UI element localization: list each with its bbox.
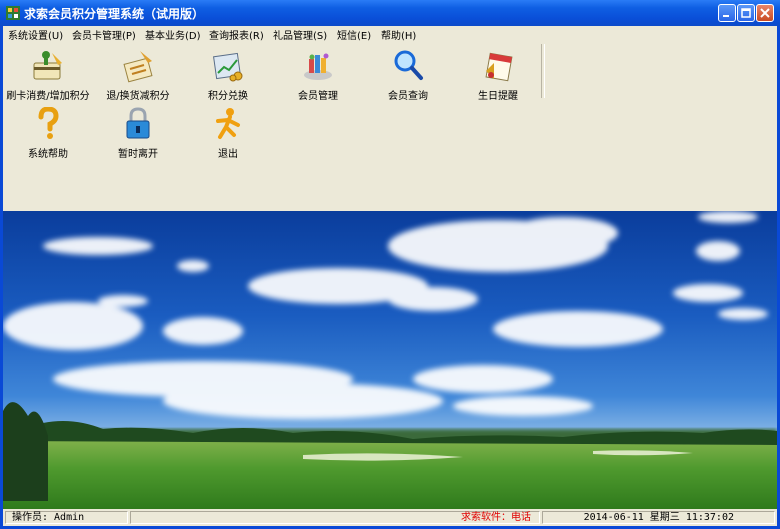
- magnifier-search-icon: [394, 50, 423, 80]
- menu-query-reports[interactable]: 查询报表(R): [209, 27, 264, 42]
- birthday-reminder-button[interactable]: 生日提醒: [453, 47, 543, 105]
- maximize-button[interactable]: [737, 4, 755, 22]
- temporary-leave-button[interactable]: 暂时离开: [93, 105, 183, 163]
- temporary-leave-label: 暂时离开: [118, 149, 158, 160]
- return-deduct-points-button[interactable]: 退/换货减积分: [93, 47, 183, 105]
- points-exchange-icon: [213, 52, 243, 82]
- menu-gift-management[interactable]: 礼品管理(S): [273, 27, 327, 42]
- app-logo-icon: [6, 6, 20, 20]
- running-person-exit-icon: [216, 108, 240, 139]
- points-exchange-label: 积分兑换: [208, 91, 248, 102]
- minimize-button[interactable]: [718, 4, 736, 22]
- toolbar: 刷卡消费/增加积分 退/换货减积分 积分兑换 会员管理 会员查询 生日提醒 系统…: [3, 42, 777, 212]
- landscape-illustration: [3, 211, 777, 509]
- system-help-button[interactable]: 系统帮助: [3, 105, 93, 163]
- birthday-calendar-icon: [485, 52, 513, 82]
- toolbar-separator: [541, 44, 545, 98]
- return-deduct-points-label: 退/换货减积分: [106, 91, 170, 102]
- points-exchange-button[interactable]: 积分兑换: [183, 47, 273, 105]
- title-bar[interactable]: 求索会员积分管理系统（试用版）: [0, 0, 780, 26]
- maximize-icon: [741, 8, 751, 18]
- menu-sms[interactable]: 短信(E): [337, 27, 371, 42]
- close-button[interactable]: [756, 4, 774, 22]
- vendor-panel: 求索软件：电话: [130, 511, 540, 524]
- background-landscape: [3, 211, 777, 509]
- vendor-contact-text: 求索软件：电话: [461, 512, 531, 523]
- question-mark-help-icon: [38, 107, 59, 139]
- return-deduct-points-icon: [123, 51, 153, 83]
- exit-button[interactable]: 退出: [183, 105, 273, 163]
- window-title: 求索会员积分管理系统（试用版）: [24, 7, 205, 21]
- exit-label: 退出: [218, 149, 238, 160]
- menu-system-settings[interactable]: 系统设置(U): [8, 27, 63, 42]
- operator-panel: 操作员: Admin: [5, 511, 128, 524]
- member-query-label: 会员查询: [388, 91, 428, 102]
- member-management-label: 会员管理: [298, 91, 338, 102]
- menu-help[interactable]: 帮助(H): [381, 27, 416, 42]
- menu-member-card[interactable]: 会员卡管理(P): [72, 27, 136, 42]
- padlock-icon: [126, 107, 150, 139]
- close-icon: [760, 8, 770, 18]
- menu-basic-business[interactable]: 基本业务(D): [145, 27, 201, 42]
- menu-bar: 系统设置(U) 会员卡管理(P) 基本业务(D) 查询报表(R) 礼品管理(S)…: [3, 26, 777, 42]
- member-management-icon: [304, 53, 332, 80]
- datetime-text: 2014-06-11 星期三 11:37:02: [583, 512, 734, 523]
- app-window: 求索会员积分管理系统（试用版） 系统设置(U) 会员卡管理(P) 基本业务(D)…: [0, 0, 780, 529]
- member-management-button[interactable]: 会员管理: [273, 47, 363, 105]
- minimize-icon: [723, 15, 729, 17]
- operator-text: 操作员: Admin: [12, 512, 85, 523]
- card-swipe-add-points-label: 刷卡消费/增加积分: [6, 91, 90, 102]
- member-query-button[interactable]: 会员查询: [363, 47, 453, 105]
- card-swipe-add-points-icon: [33, 51, 62, 80]
- birthday-reminder-label: 生日提醒: [478, 91, 518, 102]
- card-swipe-add-points-button[interactable]: 刷卡消费/增加积分: [3, 47, 93, 105]
- system-help-label: 系统帮助: [28, 149, 68, 160]
- status-bar: 操作员: Admin 求索软件：电话 2014-06-11 星期三 11:37:…: [3, 509, 777, 526]
- datetime-panel: 2014-06-11 星期三 11:37:02: [542, 511, 775, 524]
